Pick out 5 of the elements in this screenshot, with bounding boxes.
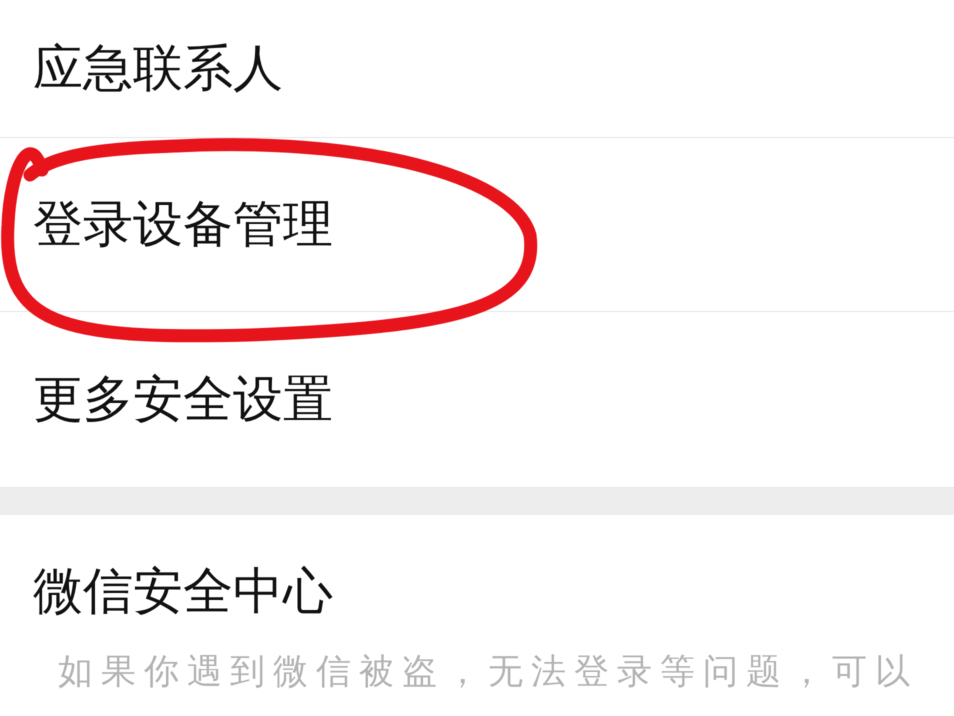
settings-item[interactable]: 应急联系人 — [33, 35, 283, 102]
section-title[interactable]: 微信安全中心 — [33, 561, 333, 621]
settings-item[interactable]: 更多安全设置 — [33, 366, 333, 433]
settings-item[interactable]: 登录设备管理 — [33, 191, 333, 258]
section-description: 如果你遇到微信被盗，无法登录等问题，可以 — [58, 651, 918, 693]
